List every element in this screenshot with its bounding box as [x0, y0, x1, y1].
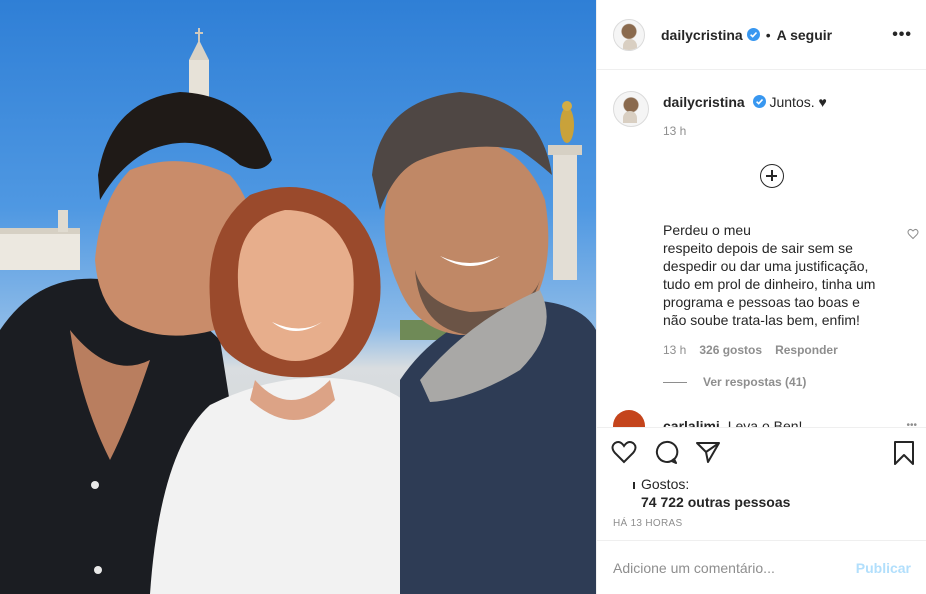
- more-options-icon[interactable]: •••: [892, 26, 912, 44]
- verified-badge-icon: [752, 95, 766, 108]
- post-photo[interactable]: [0, 0, 596, 594]
- likes-avatar-fragment: [633, 482, 635, 489]
- reply-button[interactable]: Responder: [775, 341, 838, 359]
- publish-button[interactable]: Publicar: [856, 560, 911, 576]
- save-bookmark-icon[interactable]: [893, 440, 915, 466]
- load-more-comments-icon[interactable]: [760, 164, 784, 188]
- comment-likes[interactable]: 326 gostos: [699, 341, 762, 359]
- like-heart-icon[interactable]: [611, 440, 637, 464]
- comment-text: Leva o Ben!: [727, 418, 803, 427]
- like-comment-heart-icon[interactable]: [907, 228, 919, 240]
- view-replies-label: Ver respostas (41): [703, 375, 807, 389]
- following-button[interactable]: A seguir: [777, 27, 833, 43]
- comments-section[interactable]: dailycristina Juntos. ♥ 13 h Perdeu o me…: [597, 71, 926, 427]
- caption-avatar[interactable]: [613, 91, 649, 127]
- post-caption: dailycristina Juntos. ♥ 13 h: [613, 91, 827, 138]
- caption-username[interactable]: dailycristina: [663, 94, 745, 110]
- author-username[interactable]: dailycristina: [661, 27, 743, 43]
- post-date[interactable]: HÁ 13 HORAS: [613, 518, 682, 529]
- author-avatar[interactable]: [613, 18, 645, 51]
- share-paper-plane-icon[interactable]: [695, 440, 721, 464]
- comment-more-icon[interactable]: •••: [906, 420, 917, 427]
- likes-summary[interactable]: Gostos: 74 722 outras pessoas: [641, 475, 790, 511]
- photo-illustration: [0, 28, 596, 594]
- commenter-avatar[interactable]: [613, 410, 645, 427]
- replies-divider: [663, 381, 687, 383]
- add-comment-bar: Publicar: [597, 540, 926, 594]
- header-separator: •: [765, 26, 771, 43]
- likes-count[interactable]: 74 722 outras pessoas: [641, 493, 790, 511]
- comment-item: carlalimi Leva o Ben!: [613, 410, 802, 427]
- verified-badge-icon: [746, 28, 760, 41]
- instagram-post-view: dailycristina • A seguir ••• dailycristi…: [0, 0, 926, 594]
- post-actions: Gostos: 74 722 outras pessoas HÁ 13 HORA…: [597, 427, 926, 540]
- post-header: dailycristina • A seguir •••: [597, 0, 926, 70]
- caption-time[interactable]: 13 h: [663, 124, 827, 138]
- comment-bubble-icon[interactable]: [653, 440, 679, 464]
- view-replies-button[interactable]: Ver respostas (41): [663, 375, 806, 389]
- comment-text: Perdeu o meu respeito depois de sair sem…: [663, 222, 876, 328]
- post-side-panel: dailycristina • A seguir ••• dailycristi…: [596, 0, 926, 594]
- likes-label: Gostos:: [641, 476, 690, 492]
- comment-input[interactable]: [613, 559, 856, 576]
- commenter-username[interactable]: carlalimi: [663, 418, 720, 427]
- caption-text: Juntos. ♥: [769, 94, 827, 110]
- comment-item: Perdeu o meu respeito depois de sair sem…: [663, 221, 903, 359]
- comment-time[interactable]: 13 h: [663, 341, 686, 359]
